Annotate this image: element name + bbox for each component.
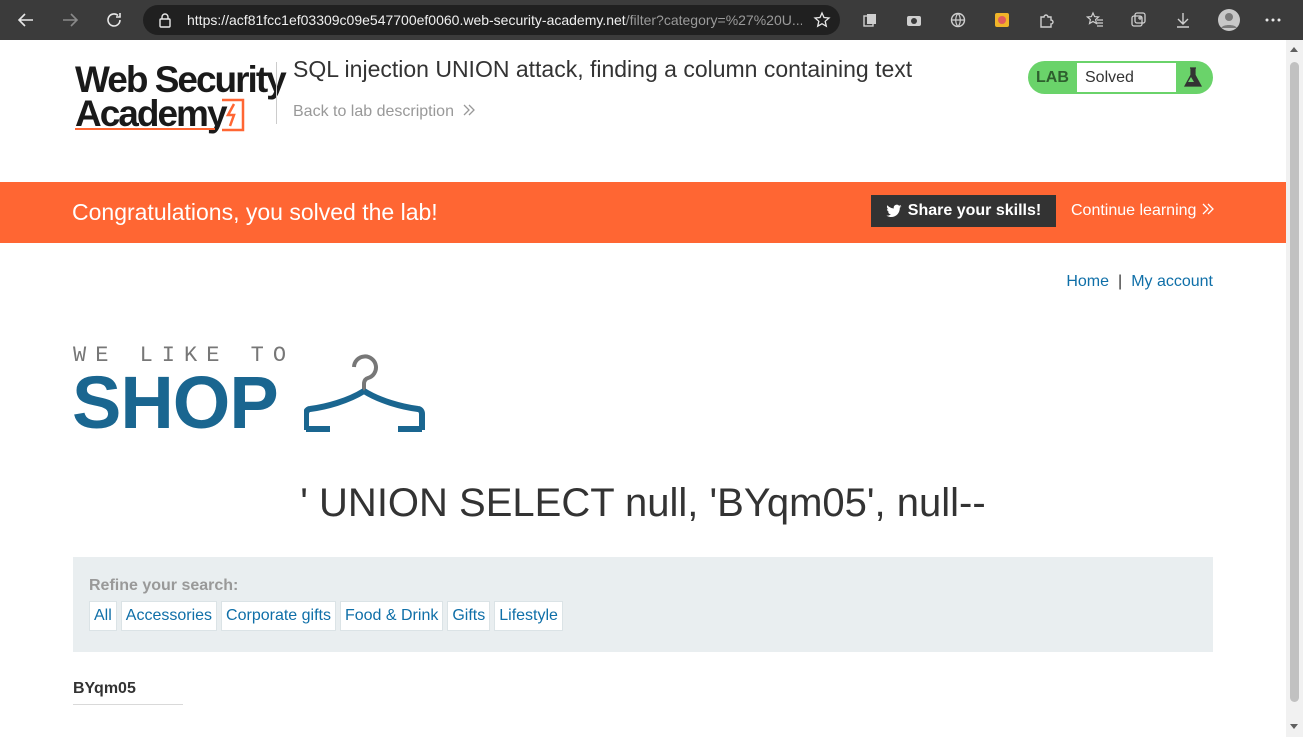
url-path: /filter?category=%27%20U... (625, 12, 802, 28)
logo-underline (75, 128, 215, 130)
continue-learning-link[interactable]: Continue learning (1071, 202, 1215, 220)
lab-status-text: Solved (1085, 69, 1134, 86)
download-icon[interactable] (1169, 6, 1197, 34)
my-account-link[interactable]: My account (1131, 273, 1213, 290)
scroll-thumb[interactable] (1290, 62, 1299, 702)
shop-logo: WE LIKE TO SHOP (72, 343, 432, 443)
filter-corporate-gifts[interactable]: Corporate gifts (221, 601, 336, 631)
category-filters: All Accessories Corporate gifts Food & D… (89, 601, 563, 631)
more-menu-icon[interactable] (1259, 6, 1287, 34)
web-page: Web Security Academy SQL injection UNION… (0, 40, 1286, 737)
shop-word: SHOP (72, 361, 279, 444)
share-skills-label: Share your skills! (907, 202, 1042, 219)
scroll-down-arrow-icon[interactable] (1290, 724, 1298, 729)
address-bar[interactable]: https://acf81fcc1ef03309c09e547700ef0060… (143, 5, 840, 35)
twitter-icon (886, 204, 902, 217)
extension-color-icon[interactable] (988, 6, 1016, 34)
lab-status-badge: LAB Solved (1028, 61, 1213, 94)
result-divider (73, 704, 183, 705)
double-chevron-icon (462, 103, 476, 120)
lab-title: SQL injection UNION attack, finding a co… (293, 56, 913, 82)
refresh-icon[interactable] (100, 6, 128, 34)
collections-add-icon[interactable] (1125, 6, 1153, 34)
coat-hanger-icon (304, 354, 425, 432)
scroll-up-arrow-icon[interactable] (1290, 47, 1298, 52)
vertical-scrollbar[interactable] (1286, 40, 1303, 737)
refine-search-label: Refine your search: (89, 577, 239, 594)
back-arrow-icon[interactable] (12, 6, 40, 34)
header-divider (276, 62, 277, 124)
browser-toolbar: https://acf81fcc1ef03309c09e547700ef0060… (0, 0, 1303, 40)
favorite-star-icon[interactable] (813, 11, 831, 34)
filter-food-drink[interactable]: Food & Drink (339, 601, 444, 631)
lock-icon (158, 12, 172, 33)
back-to-lab-link[interactable]: Back to lab description (293, 103, 476, 121)
filter-all[interactable]: All (89, 601, 117, 631)
globe-icon[interactable] (944, 6, 972, 34)
filter-gifts[interactable]: Gifts (447, 601, 491, 631)
url-host: https://acf81fcc1ef03309c09e547700ef0060… (187, 12, 626, 28)
continue-learning-label: Continue learning (1071, 202, 1197, 219)
top-navigation: Home | My account (1066, 273, 1213, 291)
lab-badge-label: LAB (1036, 69, 1069, 86)
favorites-icon[interactable] (1081, 6, 1109, 34)
result-item: BYqm05 (73, 680, 136, 697)
collections-icon[interactable] (856, 6, 884, 34)
extensions-puzzle-icon[interactable] (1032, 6, 1060, 34)
web-security-academy-logo[interactable]: Web Security Academy (75, 61, 287, 134)
double-chevron-icon (1202, 203, 1214, 215)
home-link[interactable]: Home (1066, 273, 1109, 290)
share-skills-button[interactable]: Share your skills! (871, 195, 1056, 227)
forward-arrow-icon[interactable] (56, 6, 84, 34)
solved-banner: Congratulations, you solved the lab! Sha… (0, 182, 1286, 243)
filter-lifestyle[interactable]: Lifestyle (494, 601, 563, 631)
academy-bolt-icon (222, 98, 245, 132)
category-heading: ' UNION SELECT null, 'BYqm05', null-- (300, 481, 986, 525)
banner-congrats-text: Congratulations, you solved the lab! (72, 199, 438, 225)
back-link-label: Back to lab description (293, 103, 454, 120)
filter-accessories[interactable]: Accessories (120, 601, 218, 631)
nav-separator: | (1118, 273, 1123, 290)
logo-line-2: Academy (75, 93, 228, 134)
profile-avatar-icon[interactable] (1215, 6, 1243, 34)
camera-icon[interactable] (900, 6, 928, 34)
url-text: https://acf81fcc1ef03309c09e547700ef0060… (187, 12, 802, 28)
refine-search-panel: Refine your search: All Accessories Corp… (73, 557, 1213, 652)
flask-icon (1182, 66, 1204, 89)
